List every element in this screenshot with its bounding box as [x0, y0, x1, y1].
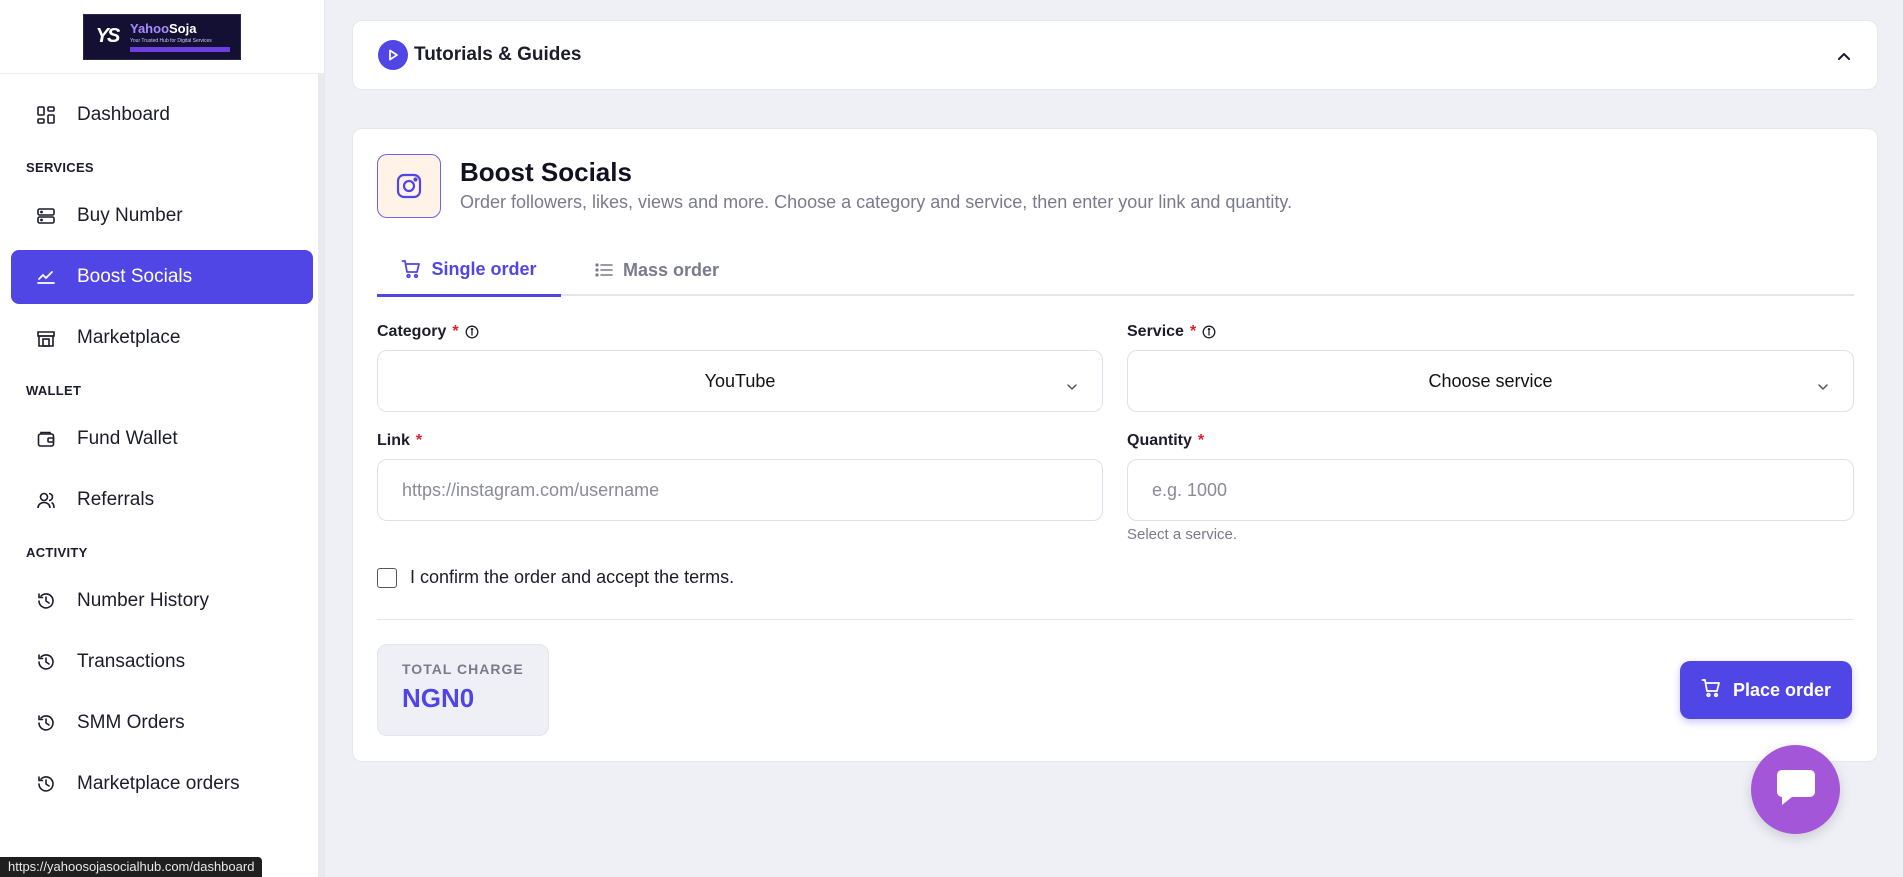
confirm-checkbox[interactable]	[377, 567, 397, 588]
sidebar-nav: Dashboard SERVICES Buy Number Boost Soci…	[0, 74, 324, 811]
sidebar-item-label: Transactions	[77, 651, 186, 672]
sidebar-item-label: Buy Number	[77, 205, 183, 226]
chat-button[interactable]	[1751, 745, 1840, 834]
total-charge: TOTAL CHARGE NGN0	[377, 644, 549, 736]
section-title-wallet: WALLET	[26, 383, 82, 398]
tab-single-order[interactable]: Single order	[377, 244, 561, 297]
sidebar-item-label: Referrals	[77, 489, 155, 510]
total-charge-amount: NGN0	[402, 683, 475, 713]
info-icon[interactable]	[465, 325, 479, 339]
logo-area: YS YahooSoja Your Trusted Hub for Digita…	[0, 0, 324, 74]
service-label: Service *	[1127, 323, 1216, 341]
quantity-hint: Select a service.	[1127, 526, 1238, 543]
required-mark: *	[415, 432, 423, 449]
cart-icon	[401, 259, 421, 279]
list-icon	[595, 261, 613, 279]
sidebar-item-label: SMM Orders	[77, 712, 185, 733]
sidebar-item-referrals[interactable]: Referrals	[11, 473, 313, 527]
instagram-icon	[377, 154, 441, 218]
tutorials-title: Tutorials & Guides	[414, 44, 582, 65]
chat-icon	[1774, 766, 1818, 813]
server-icon	[36, 206, 56, 226]
chevron-up-icon[interactable]	[1837, 48, 1851, 66]
history-icon	[36, 591, 56, 611]
tab-mass-order[interactable]: Mass order	[595, 244, 719, 296]
logo-brand-a: Yahoo	[130, 21, 170, 36]
wallet-icon	[36, 429, 56, 449]
place-order-button[interactable]: Place order	[1680, 661, 1852, 719]
users-icon	[36, 490, 56, 510]
logo[interactable]: YS YahooSoja Your Trusted Hub for Digita…	[83, 13, 241, 60]
total-charge-label: TOTAL CHARGE	[402, 661, 524, 677]
sidebar-item-label: Fund Wallet	[77, 428, 178, 449]
page-subtitle: Order followers, likes, views and more. …	[460, 192, 1293, 212]
cart-icon	[1701, 678, 1721, 703]
link-input[interactable]	[377, 459, 1103, 521]
service-value: Choose service	[1428, 370, 1553, 391]
confirm-terms[interactable]: I confirm the order and accept the terms…	[377, 567, 734, 588]
sidebar-item-label: Marketplace	[77, 327, 181, 348]
dashboard-icon	[36, 105, 56, 125]
chevron-down-icon	[1066, 375, 1078, 396]
sidebar-item-fund-wallet[interactable]: Fund Wallet	[11, 412, 313, 466]
link-label: Link *	[377, 432, 423, 449]
required-mark: *	[1189, 323, 1197, 340]
tab-label: Single order	[431, 258, 537, 279]
page-title: Boost Socials	[460, 157, 632, 187]
boost-socials-card: Boost Socials Order followers, likes, vi…	[352, 128, 1878, 762]
tab-label: Mass order	[623, 259, 720, 280]
store-icon	[36, 328, 56, 348]
history-icon	[36, 652, 56, 672]
sidebar-item-marketplace[interactable]: Marketplace	[11, 311, 313, 365]
sidebar: YS YahooSoja Your Trusted Hub for Digita…	[0, 0, 325, 877]
sidebar-item-dashboard[interactable]: Dashboard	[11, 88, 313, 142]
divider	[377, 619, 1854, 620]
sidebar-scrollbar[interactable]	[318, 74, 324, 877]
tutorials-panel[interactable]: Tutorials & Guides	[352, 20, 1878, 90]
sidebar-item-number-history[interactable]: Number History	[11, 574, 313, 628]
place-order-label: Place order	[1732, 679, 1832, 700]
sidebar-item-smm-orders[interactable]: SMM Orders	[11, 696, 313, 750]
category-label: Category *	[377, 323, 479, 341]
category-value: YouTube	[704, 370, 776, 391]
logo-tagline: Your Trusted Hub for Digital Services	[130, 38, 212, 44]
required-mark: *	[1197, 432, 1205, 449]
sidebar-item-label: Dashboard	[77, 104, 170, 125]
section-title-activity: ACTIVITY	[26, 545, 88, 560]
required-mark: *	[452, 323, 459, 340]
quantity-label: Quantity *	[1127, 432, 1205, 449]
sidebar-item-transactions[interactable]: Transactions	[11, 635, 313, 689]
order-tabs: Single order Mass order	[377, 244, 1854, 297]
quantity-input[interactable]	[1127, 459, 1854, 521]
sidebar-item-label: Number History	[77, 590, 209, 611]
play-icon	[378, 40, 408, 70]
section-title-services: SERVICES	[26, 160, 94, 175]
history-icon	[36, 774, 56, 794]
service-select[interactable]: Choose service	[1127, 350, 1854, 412]
confirm-label: I confirm the order and accept the terms…	[410, 567, 735, 587]
chevron-down-icon	[1817, 375, 1829, 396]
history-icon	[36, 713, 56, 733]
logo-bar	[130, 47, 230, 52]
trending-up-icon	[36, 267, 56, 287]
category-select[interactable]: YouTube	[377, 350, 1103, 412]
logo-mark: YS	[95, 25, 121, 47]
sidebar-item-boost-socials[interactable]: Boost Socials	[11, 250, 313, 304]
info-icon[interactable]	[1202, 325, 1216, 339]
logo-brand-b: Soja	[169, 21, 197, 36]
sidebar-item-buy-number[interactable]: Buy Number	[11, 189, 313, 243]
sidebar-item-label: Boost Socials	[77, 266, 193, 287]
status-bar-url: https://yahoosojasocialhub.com/dashboard	[0, 857, 263, 877]
sidebar-item-label: Marketplace orders	[77, 773, 240, 794]
sidebar-item-marketplace-orders[interactable]: Marketplace orders	[11, 757, 313, 811]
